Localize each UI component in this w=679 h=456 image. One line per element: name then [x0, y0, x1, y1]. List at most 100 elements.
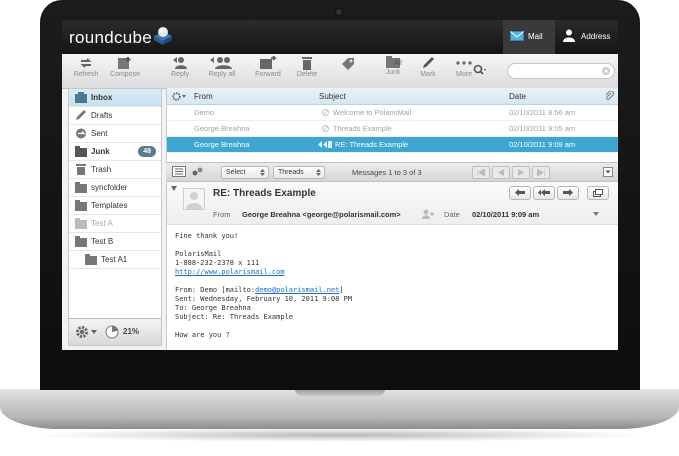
- folder-trash[interactable]: Trash: [69, 161, 161, 179]
- email-link[interactable]: demo@polarismail.net: [255, 286, 339, 294]
- message-body: Fine thank you! PolarisMail 1-888-232-23…: [175, 232, 353, 339]
- select-arrows-icon: [260, 169, 265, 176]
- reply-icon: [173, 57, 187, 69]
- chevron-down-icon: [91, 330, 97, 334]
- last-page-button[interactable]: [532, 166, 550, 179]
- date-label: Date: [444, 210, 460, 219]
- compose-icon: [118, 57, 131, 69]
- table-row[interactable]: Demo Welcome to PolarisMail 02/10/2011 8…: [167, 105, 618, 121]
- toolbar: Refresh Compose Reply Reply all Forward …: [62, 54, 618, 89]
- reply-button-small[interactable]: [509, 186, 531, 200]
- message-count-text: Messages 1 to 3 of 3: [352, 168, 422, 177]
- inbox-icon: [75, 92, 87, 103]
- forward-button-small[interactable]: [557, 186, 579, 200]
- pencil-icon: [76, 110, 86, 120]
- tag-icon: [342, 58, 354, 70]
- reply-icon: [515, 189, 525, 196]
- sidebar-footer: 21%: [68, 318, 162, 346]
- app-logo[interactable]: roundcube: [69, 28, 152, 48]
- forward-button[interactable]: Forward: [250, 56, 286, 78]
- envelope-icon: [510, 31, 524, 41]
- first-page-icon: [477, 169, 485, 176]
- column-subject[interactable]: Subject: [319, 92, 346, 101]
- select-dropdown[interactable]: Select: [221, 166, 269, 179]
- select-arrows-icon: [316, 169, 321, 176]
- from-value[interactable]: George Breahna <george@polarismail.com>: [242, 210, 401, 219]
- table-row[interactable]: George Breahna Threads Example 02/10/201…: [167, 121, 618, 137]
- collapse-preview-icon[interactable]: [603, 167, 613, 177]
- camera-icon: [336, 9, 342, 15]
- folder-junk[interactable]: Junk 48: [69, 143, 161, 161]
- threads-dropdown[interactable]: Threads: [273, 166, 325, 179]
- open-window-button[interactable]: [587, 186, 609, 200]
- reply-all-button-small[interactable]: [533, 186, 555, 200]
- reply-all-icon: [210, 57, 232, 69]
- first-page-button[interactable]: [472, 166, 490, 179]
- folder-icon: [75, 236, 87, 247]
- message-list-header: From Subject Date: [167, 88, 618, 105]
- message-subject: RE: Threads Example: [213, 188, 316, 199]
- folder-inbox[interactable]: Inbox: [69, 89, 161, 107]
- reply-all-icon: [538, 189, 550, 196]
- chevron-left-icon: [498, 169, 504, 176]
- compose-button[interactable]: Compose: [108, 56, 142, 78]
- folder-icon: [75, 218, 87, 229]
- column-date[interactable]: Date: [509, 92, 526, 101]
- laptop-shadow: [30, 428, 650, 442]
- threads-view-icon[interactable]: [192, 167, 204, 177]
- folder-drafts[interactable]: Drafts: [69, 107, 161, 125]
- refresh-button[interactable]: Refresh: [72, 56, 100, 78]
- search-options-icon[interactable]: [473, 64, 487, 76]
- from-label: From: [213, 210, 231, 219]
- unread-count-badge: 48: [138, 146, 156, 157]
- forward-icon: [260, 56, 277, 69]
- mark-tag-button[interactable]: [338, 56, 358, 72]
- folder-test-a1[interactable]: Test A1: [69, 251, 161, 269]
- quota-percentage: 21%: [123, 327, 140, 336]
- add-contact-icon[interactable]: [422, 209, 434, 219]
- gear-icon[interactable]: [75, 325, 89, 339]
- more-dots-icon: [456, 61, 472, 65]
- chevron-down-icon[interactable]: [593, 212, 599, 216]
- message-list-footer: Select Threads Messages 1 to 3 of 3: [166, 162, 618, 182]
- website-link[interactable]: http://www.polarismail.com: [175, 268, 285, 276]
- laptop-notch: [295, 389, 385, 396]
- tab-address[interactable]: Address: [558, 20, 618, 54]
- folder-templates[interactable]: Templates: [69, 197, 161, 215]
- refresh-icon: [80, 58, 92, 68]
- previous-page-button[interactable]: [492, 166, 510, 179]
- tab-address-label: Address: [581, 32, 611, 41]
- chevron-right-icon: [518, 169, 524, 176]
- list-view-icon[interactable]: [172, 166, 186, 177]
- screen: roundcube Mail Address Refresh Compose R…: [62, 20, 618, 350]
- list-options-gear-icon[interactable]: [172, 92, 186, 101]
- mark-button[interactable]: Mark: [414, 56, 442, 78]
- mark-all-label: All: [394, 60, 402, 67]
- clear-search-icon[interactable]: [602, 67, 610, 75]
- forward-icon: [563, 189, 573, 196]
- folder-sent[interactable]: Sent: [69, 125, 161, 143]
- message-list: From Subject Date Demo Welcome to Polari…: [166, 88, 618, 170]
- folder-syncfolder[interactable]: syncfolder: [69, 179, 161, 197]
- chevron-down-icon[interactable]: [171, 186, 177, 191]
- trash-icon: [76, 164, 86, 175]
- status-icon: [322, 125, 329, 132]
- sent-icon: [76, 128, 86, 139]
- search-input[interactable]: [507, 63, 615, 79]
- tab-mail[interactable]: Mail: [503, 20, 555, 54]
- table-row-selected[interactable]: George Breahna RE: Threads Example 02/10…: [167, 137, 618, 153]
- next-page-button[interactable]: [512, 166, 530, 179]
- folder-icon: [75, 182, 87, 193]
- folder-test-a[interactable]: Test A: [69, 215, 161, 233]
- folder-test-b[interactable]: Test B: [69, 233, 161, 251]
- reply-all-button[interactable]: Reply all: [202, 56, 242, 78]
- junk-button[interactable]: All Junk: [378, 56, 408, 76]
- column-from[interactable]: From: [194, 92, 213, 101]
- date-value: 02/10/2011 9:09 am: [472, 210, 540, 219]
- quota-pie-icon: [105, 325, 119, 339]
- delete-button[interactable]: Delete: [294, 56, 320, 78]
- trash-icon: [302, 57, 312, 70]
- reply-button[interactable]: Reply: [166, 56, 194, 78]
- folder-list: Inbox Drafts Sent Junk 48 Trash syncfold…: [68, 88, 162, 346]
- pencil-icon: [423, 57, 434, 68]
